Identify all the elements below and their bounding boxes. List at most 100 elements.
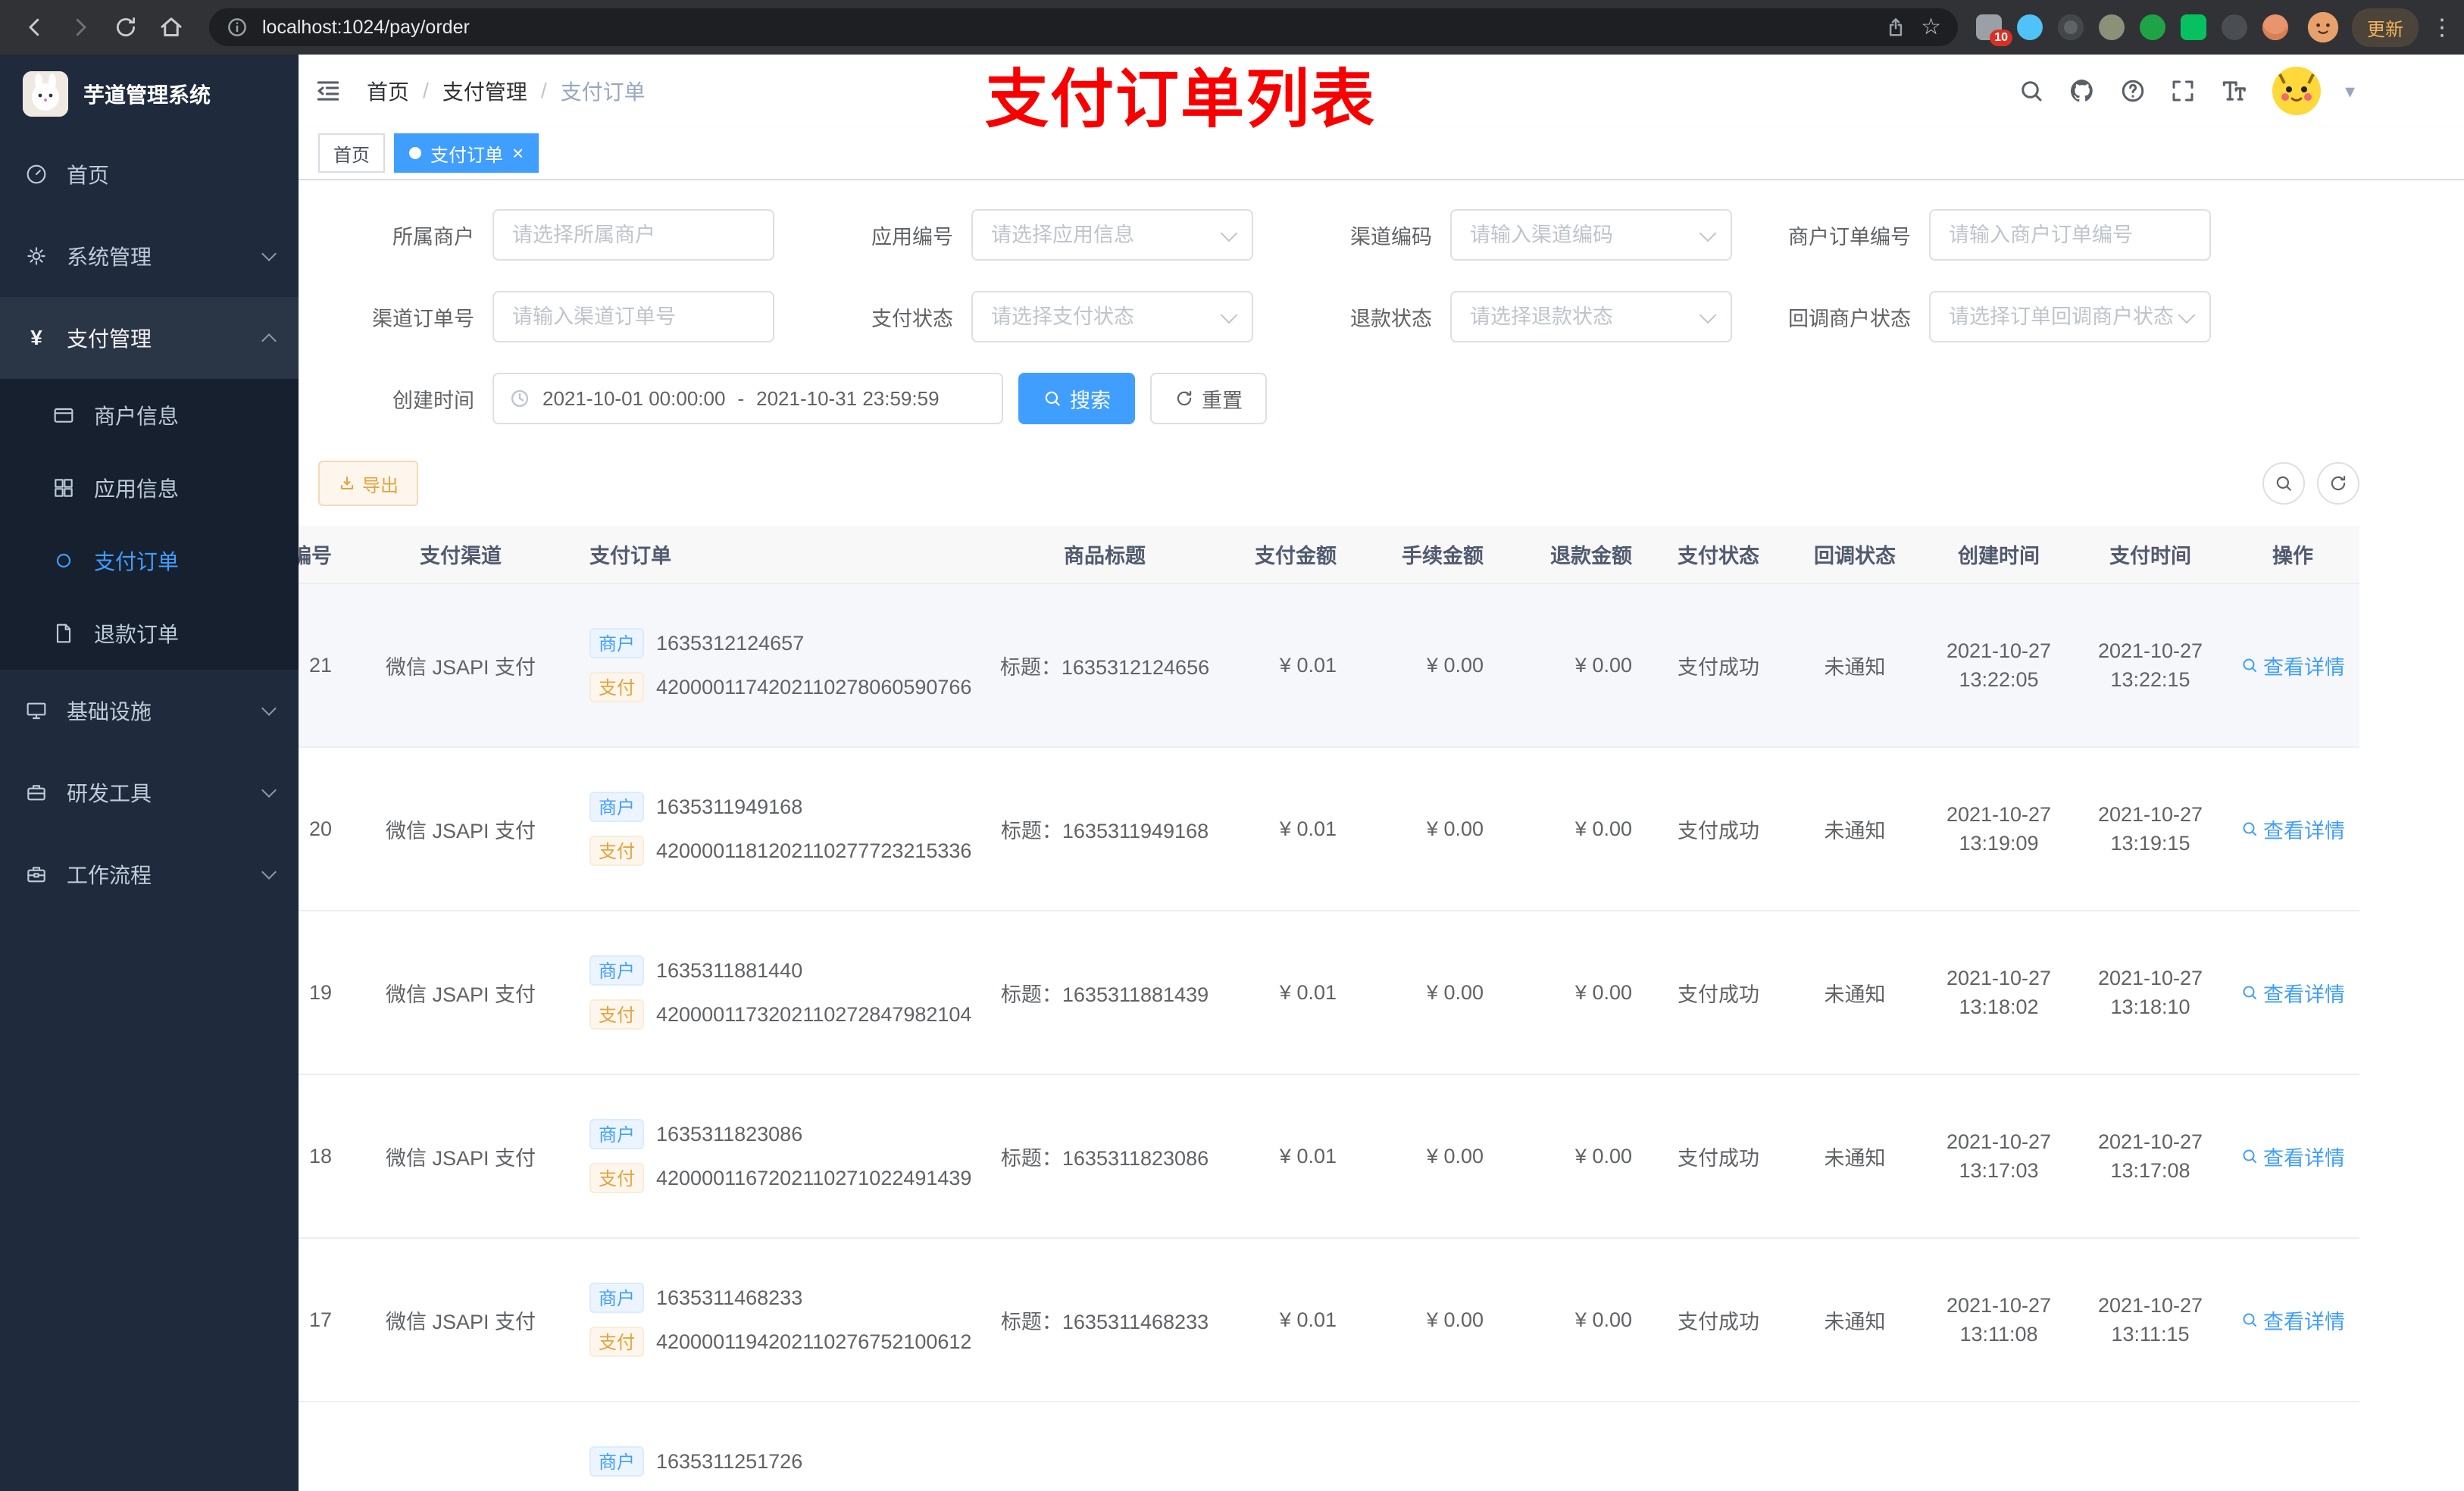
- merchant-order-no: 1635311251726: [656, 1449, 803, 1473]
- reset-button-label: 重置: [1202, 389, 1243, 412]
- sidebar-item-pay[interactable]: ¥ 支付管理: [0, 297, 299, 379]
- channel-order-no-input[interactable]: [492, 291, 774, 342]
- navbar-actions: ▾: [2018, 65, 2440, 117]
- sidebar-item-label: 基础设施: [67, 700, 152, 724]
- col-header-channel: 支付渠道: [420, 545, 502, 567]
- avatar-caret-icon[interactable]: ▾: [2345, 80, 2355, 103]
- font-size-button[interactable]: [2219, 77, 2248, 105]
- github-button[interactable]: [2068, 77, 2097, 105]
- table-row: 20 微信 JSAPI 支付 商户 1635311949168 支付 4200001…: [299, 748, 2359, 911]
- filter-form: 所属商户 应用编号 渠道编码 商户订单编号: [299, 180, 2464, 424]
- extension-icon-3[interactable]: [2058, 14, 2084, 40]
- merchant-order-no-input[interactable]: [1929, 209, 2211, 261]
- pay-badge: 支付: [589, 1327, 644, 1357]
- merchant-select[interactable]: [492, 209, 774, 261]
- view-detail-link[interactable]: 查看详情: [2240, 1142, 2345, 1171]
- pay-status: 支付成功: [1678, 983, 1759, 1006]
- close-icon[interactable]: ×: [512, 143, 524, 163]
- view-detail-link[interactable]: 查看详情: [2240, 978, 2345, 1008]
- extension-icon-8[interactable]: [2262, 14, 2288, 40]
- notify-status: 未通知: [1824, 983, 1886, 1006]
- sidebar-item-label: 支付管理: [67, 327, 152, 351]
- pay-order-cell: 商户 1635311881440 支付 4200001173202110272847…: [574, 943, 983, 1042]
- refund-amount: ¥ 0.00: [1574, 1144, 1632, 1167]
- merchant-badge: 商户: [589, 792, 644, 822]
- extension-icon-4[interactable]: [2099, 14, 2125, 40]
- extension-icon-5[interactable]: [2140, 14, 2165, 40]
- pay-status-select[interactable]: [971, 291, 1253, 342]
- pay-badge: 支付: [589, 836, 644, 866]
- date-separator: -: [737, 386, 745, 410]
- create-time: 2021-10-27 13:11:08: [1946, 1294, 2052, 1346]
- toolbox-icon: [27, 785, 45, 801]
- filter-label: 退款状态: [1350, 307, 1432, 330]
- site-info-icon[interactable]: [226, 16, 249, 39]
- filter-label: 创建时间: [392, 389, 474, 412]
- browser-reload-button[interactable]: [106, 8, 145, 47]
- extension-icon-2[interactable]: [2017, 14, 2043, 40]
- toggle-search-button[interactable]: [2262, 462, 2305, 505]
- filter-label: 渠道订单号: [372, 307, 474, 330]
- view-detail-link[interactable]: 查看详情: [2240, 651, 2345, 680]
- browser-update-button[interactable]: 更新: [2352, 8, 2419, 47]
- refresh-table-button[interactable]: [2317, 462, 2359, 505]
- browser-home-button[interactable]: [152, 8, 191, 47]
- col-header-fee: 手续金额: [1402, 545, 1484, 567]
- sidebar-item-home[interactable]: 首页: [0, 133, 299, 215]
- reset-button[interactable]: 重置: [1150, 373, 1267, 424]
- address-bar[interactable]: localhost:1024/pay/order ☆: [209, 8, 1958, 46]
- arrow-right-icon: [76, 18, 86, 36]
- sidebar-item-infra[interactable]: 基础设施: [0, 670, 299, 752]
- search-icon: [2022, 81, 2042, 102]
- export-button[interactable]: 导出: [318, 461, 418, 506]
- url-text: localhost:1024/pay/order: [262, 16, 470, 38]
- channel-order-no: 4200001167202110271022491439: [656, 1166, 972, 1189]
- search-icon: [2243, 1313, 2256, 1327]
- col-header-pay-time: 支付时间: [2109, 545, 2191, 567]
- app-no-select[interactable]: [971, 209, 1253, 261]
- table-row: 19 微信 JSAPI 支付 商户 1635311881440 支付 4200001…: [299, 911, 2359, 1075]
- extension-icon-6[interactable]: [2181, 14, 2206, 40]
- browser-menu-button[interactable]: ⋮: [2431, 14, 2453, 41]
- fullscreen-button[interactable]: [2169, 77, 2197, 105]
- user-avatar[interactable]: [2271, 65, 2322, 117]
- header-search-button[interactable]: [2018, 77, 2045, 105]
- notify-status: 未通知: [1824, 1146, 1886, 1170]
- refresh-icon: [1177, 391, 1192, 406]
- bookmark-star-icon[interactable]: ☆: [1921, 16, 1941, 39]
- sidebar-item-pay-order[interactable]: 支付订单: [0, 524, 299, 597]
- chevron-down-icon: [261, 701, 277, 716]
- search-button[interactable]: 搜索: [1018, 373, 1135, 424]
- share-icon[interactable]: [1884, 16, 1907, 39]
- tab-pay-order[interactable]: 支付订单 ×: [394, 133, 539, 173]
- browser-forward-button[interactable]: [61, 8, 100, 47]
- sidebar-item-system[interactable]: 系统管理: [0, 215, 299, 297]
- notify-status-select[interactable]: [1929, 291, 2211, 342]
- sidebar-item-refund-order[interactable]: 退款订单: [0, 597, 299, 670]
- sidebar-item-workflow[interactable]: 工作流程: [0, 833, 299, 915]
- breadcrumb-item-home[interactable]: 首页: [367, 76, 409, 106]
- sidebar-item-merchant-info[interactable]: 商户信息: [0, 379, 299, 452]
- view-detail-link[interactable]: 查看详情: [2240, 1305, 2345, 1335]
- search-icon: [1045, 391, 1060, 406]
- fee-amount: ¥ 0.00: [1426, 1308, 1484, 1331]
- extension-icon-7[interactable]: [2222, 14, 2247, 40]
- pay-time: 2021-10-27 13:22:15: [2097, 639, 2203, 691]
- sidebar-item-app-info[interactable]: 应用信息: [0, 452, 299, 524]
- tab-home[interactable]: 首页: [318, 133, 385, 173]
- filter-label: 支付状态: [871, 307, 953, 330]
- extension-icon-1[interactable]: 10: [1976, 14, 2012, 46]
- browser-profile-avatar[interactable]: [2306, 11, 2340, 44]
- view-detail-link[interactable]: 查看详情: [2240, 814, 2345, 844]
- sidebar-item-label: 研发工具: [67, 782, 152, 805]
- channel-order-no: 4200001194202110276752100612: [656, 1330, 972, 1353]
- sidebar-toggle-button[interactable]: [314, 77, 342, 105]
- product-title: 标题：1635311881439: [1000, 983, 1209, 1006]
- help-button[interactable]: [2119, 77, 2147, 105]
- channel-code-select[interactable]: [1450, 209, 1732, 261]
- breadcrumb-item-pay[interactable]: 支付管理: [442, 76, 527, 106]
- browser-back-button[interactable]: [15, 8, 55, 47]
- create-time-range-picker[interactable]: 2021-10-01 00:00:00 - 2021-10-31 23:59:5…: [492, 373, 1003, 424]
- refund-status-select[interactable]: [1450, 291, 1732, 342]
- sidebar-item-devtools[interactable]: 研发工具: [0, 752, 299, 833]
